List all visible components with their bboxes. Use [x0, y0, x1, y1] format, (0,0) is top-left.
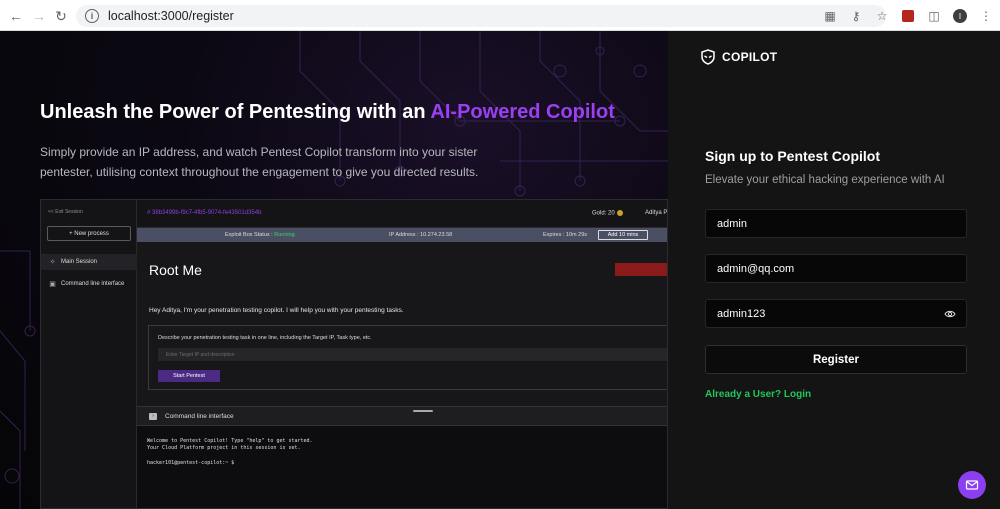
hero-subtitle: Simply provide an IP address, and watch … [40, 145, 479, 179]
app-preview-screenshot: << Exit Session + New process ✧ Main Ses… [40, 199, 668, 509]
translate-icon[interactable]: ▦ [822, 8, 838, 24]
browser-actions: ▦ ⚷ ☆ ◫ I ⋮ [822, 6, 994, 26]
mail-icon [965, 480, 979, 490]
preview-greeting: Hey Aditya, I'm your penetration testing… [149, 307, 404, 314]
preview-exploit-label: Exploit Box Status : [225, 232, 273, 238]
puzzle-icon[interactable]: ◫ [926, 8, 942, 24]
signup-title: Sign up to Pentest Copilot [705, 148, 880, 164]
url-text[interactable]: localhost:3000/register [108, 9, 234, 23]
cli-line: Welcome to Pentest Copilot! Type "help" … [147, 438, 313, 444]
preview-expires: Expires : 10m 29s [543, 232, 588, 238]
brand-name: COPILOT [722, 50, 778, 64]
preview-new-process-button: + New process [47, 226, 131, 241]
preview-session-id: # 38b3499b-f9c7-4fb5-9074-fe43501d354b [147, 210, 262, 216]
preview-username: Aditya P [645, 210, 668, 216]
preview-task-label: Describe your penetration testing task i… [158, 335, 372, 341]
preview-gold: Gold: 20 [592, 210, 623, 217]
site-info-icon[interactable]: i [85, 9, 99, 23]
brand-logo[interactable]: COPILOT [700, 49, 777, 65]
address-bar[interactable]: i localhost:3000/register [76, 5, 886, 27]
more-menu-icon[interactable]: ⋮ [978, 8, 994, 24]
password-field[interactable]: admin123 [705, 299, 967, 328]
hero-title-main: Unleash the Power of Pentesting with an [40, 101, 431, 123]
preview-exit-session: << Exit Session [48, 209, 83, 215]
cli-prompt: hacker101@pentest-copilot:~ $ [147, 460, 235, 466]
hero-title-accent: AI-Powered Copilot [430, 101, 615, 123]
preview-task-input: Enter Target IP and description [158, 348, 667, 361]
preview-sidebar: << Exit Session + New process ✧ Main Ses… [41, 200, 137, 508]
login-link[interactable]: Already a User? Login [705, 389, 811, 400]
preview-status-bar: Exploit Box Status : Running IP Address … [137, 228, 667, 242]
key-icon[interactable]: ⚷ [848, 8, 864, 24]
star-icon[interactable]: ☆ [874, 8, 890, 24]
profile-avatar[interactable]: I [952, 8, 968, 24]
forward-icon[interactable]: → [29, 6, 49, 26]
coin-icon [616, 210, 623, 216]
preview-exploit-status: Exploit Box Status : Running [225, 232, 295, 238]
signup-panel: COPILOT Sign up to Pentest Copilot Eleva… [668, 31, 1000, 509]
preview-add-time-button: Add 10 mins [598, 230, 648, 240]
preview-start-pentest-button: Start Pentest [158, 370, 220, 382]
browser-toolbar: ← → ↻ i localhost:3000/register ▦ ⚷ ☆ ◫ … [0, 0, 1000, 31]
preview-cli-title: Command line interface [165, 412, 234, 420]
preview-heading: Root Me [149, 262, 202, 278]
preview-gold-text: Gold: 20 [592, 210, 615, 217]
password-value[interactable]: admin123 [717, 308, 765, 320]
sparkle-icon: ✧ [49, 259, 56, 266]
extension-badge-icon[interactable] [900, 8, 916, 24]
preview-sidebar-item-cli: ▣ Command line interface [41, 276, 137, 292]
preview-sidebar-label: Command line interface [61, 281, 125, 287]
cli-spacer [147, 452, 659, 460]
preview-exploit-value: Running [274, 232, 295, 238]
eye-icon[interactable] [944, 308, 956, 320]
terminal-icon: › [149, 412, 157, 420]
preview-header: # 38b3499b-f9c7-4fb5-9074-fe43501d354b G… [137, 200, 668, 228]
cli-line: Your Cloud Platform project in this sess… [147, 445, 301, 451]
hero-title: Unleash the Power of Pentesting with an … [40, 101, 615, 124]
preview-sidebar-item-main-session: ✧ Main Session [41, 254, 137, 270]
username-field[interactable]: admin [705, 209, 967, 238]
terminal-icon: ▣ [49, 281, 56, 288]
email-field[interactable]: admin@qq.com [705, 254, 967, 283]
hero-section: Unleash the Power of Pentesting with an … [0, 31, 668, 509]
back-icon[interactable]: ← [6, 6, 26, 26]
copilot-logo-icon [701, 49, 715, 65]
contact-mail-button[interactable] [958, 471, 986, 499]
preview-resize-handle [413, 410, 433, 412]
preview-cli-header: › Command line interface [137, 406, 667, 426]
preview-task-box: Describe your penetration testing task i… [148, 325, 667, 390]
preview-sidebar-label: Main Session [61, 259, 98, 265]
preview-ip-address: IP Address : 10.274.23.58 [389, 232, 453, 238]
signup-subtitle: Elevate your ethical hacking experience … [705, 174, 945, 186]
reload-icon[interactable]: ↻ [51, 6, 71, 26]
preview-cli-output: Welcome to Pentest Copilot! Type "help" … [137, 426, 667, 508]
register-button[interactable]: Register [705, 345, 967, 374]
preview-red-button [615, 263, 667, 276]
